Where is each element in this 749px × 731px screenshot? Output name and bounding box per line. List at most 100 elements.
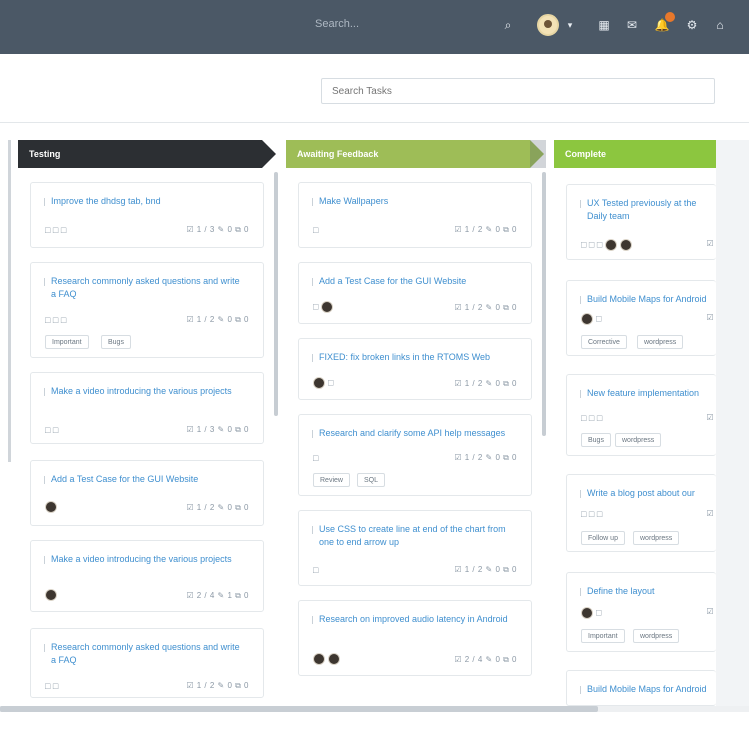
- task-card[interactable]: Add a Test Case for the GUI Website ☑ 1 …: [30, 460, 264, 526]
- tag-label[interactable]: Bugs: [101, 335, 131, 349]
- task-checklist: [313, 653, 343, 665]
- task-card[interactable]: FIXED: fix broken links in the RTOMS Web…: [298, 338, 532, 400]
- task-card[interactable]: New feature implementation □ □ □ ☑ Bugs …: [566, 374, 716, 456]
- tag-label[interactable]: Review: [313, 473, 350, 487]
- board-horizontal-scrollbar[interactable]: [0, 706, 598, 712]
- tag-label[interactable]: Follow up: [581, 531, 625, 545]
- board-overflow-area: [716, 140, 749, 706]
- task-card[interactable]: Add a Test Case for the GUI Website □ ☑ …: [298, 262, 532, 324]
- task-card[interactable]: Build Mobile Maps for Android: [566, 670, 716, 706]
- tag-label[interactable]: Important: [581, 629, 625, 643]
- assignee-avatar: [313, 377, 325, 389]
- task-meta: ☑: [706, 313, 714, 322]
- task-title[interactable]: UX Tested previously at the Daily team: [580, 197, 714, 223]
- task-card[interactable]: Build Mobile Maps for Android □ ☑ Correc…: [566, 280, 716, 356]
- task-meta: ☑ 1 / 2 ✎ 0 ⧉ 0: [454, 379, 517, 388]
- chat-icon[interactable]: ✉: [624, 17, 640, 33]
- task-title[interactable]: Make Wallpapers: [312, 195, 515, 208]
- task-checklist: □ □ □: [581, 413, 603, 423]
- assignee-avatar: [45, 589, 57, 601]
- task-card[interactable]: Define the layout □ ☑ Important wordpres…: [566, 572, 716, 652]
- gear-icon[interactable]: ⚙: [684, 17, 700, 33]
- tag-label[interactable]: wordpress: [615, 433, 662, 447]
- caret-down-icon[interactable]: ▾: [562, 17, 578, 33]
- task-card[interactable]: Make Wallpapers □ ☑ 1 / 2 ✎ 0 ⧉ 0: [298, 182, 532, 248]
- task-title[interactable]: Define the layout: [580, 585, 714, 598]
- task-card[interactable]: Make a video introducing the various pro…: [30, 372, 264, 444]
- task-title[interactable]: Improve the dhdsg tab, bnd: [44, 195, 247, 208]
- task-card[interactable]: Write a blog post about our □ □ □ ☑ Foll…: [566, 474, 716, 552]
- task-card[interactable]: Use CSS to create line at end of the cha…: [298, 510, 532, 586]
- tag-label[interactable]: Important: [45, 335, 89, 349]
- task-checklist: □: [313, 453, 319, 463]
- tag-label[interactable]: wordpress: [637, 335, 684, 349]
- tag-label[interactable]: Corrective: [581, 335, 627, 349]
- task-meta: ☑ 1 / 2 ✎ 0 ⧉ 0: [454, 565, 517, 574]
- task-title[interactable]: Research and clarify some API help messa…: [312, 427, 515, 440]
- task-title[interactable]: Research commonly asked questions and wr…: [44, 275, 247, 301]
- task-card[interactable]: Research commonly asked questions and wr…: [30, 262, 264, 358]
- tag-label[interactable]: wordpress: [633, 531, 680, 545]
- task-title[interactable]: Research on improved audio latency in An…: [312, 613, 515, 626]
- task-search-input[interactable]: [321, 78, 715, 104]
- task-meta: ☑ 2 / 4 ✎ 0 ⧉ 0: [454, 655, 517, 664]
- task-card[interactable]: Research commonly asked questions and wr…: [30, 628, 264, 698]
- assignee-avatar: [320, 301, 333, 313]
- task-title[interactable]: Research commonly asked questions and wr…: [44, 641, 247, 667]
- task-card[interactable]: Research and clarify some API help messa…: [298, 414, 532, 496]
- task-meta: ☑ 1 / 3 ✎ 0 ⧉ 0: [186, 425, 249, 434]
- task-checklist: □ □ □: [45, 315, 67, 325]
- task-title[interactable]: Write a blog post about our: [580, 487, 714, 500]
- task-checklist: □: [581, 313, 601, 325]
- task-card[interactable]: Research on improved audio latency in An…: [298, 600, 532, 676]
- search-icon[interactable]: ⌕: [500, 17, 516, 33]
- task-card[interactable]: Make a video introducing the various pro…: [30, 540, 264, 612]
- task-checklist: □ □: [45, 425, 59, 435]
- grid-icon[interactable]: ▦: [596, 17, 612, 33]
- assignee-avatar: [581, 313, 593, 325]
- task-title[interactable]: Build Mobile Maps for Android: [580, 293, 714, 306]
- column-title: Awaiting Feedback: [297, 149, 379, 159]
- task-title[interactable]: Add a Test Case for the GUI Website: [44, 473, 247, 486]
- previous-column-edge: [8, 140, 11, 462]
- tag-label[interactable]: SQL: [357, 473, 386, 487]
- task-meta: ☑ 1 / 2 ✎ 0 ⧉ 0: [454, 453, 517, 462]
- task-checklist: □ □ □: [45, 225, 67, 235]
- avatar[interactable]: [537, 14, 559, 36]
- task-title[interactable]: Make a video introducing the various pro…: [44, 553, 247, 566]
- assignee-avatar: [604, 239, 617, 251]
- assignee-avatar: [313, 653, 325, 665]
- global-search-input[interactable]: Search...: [315, 18, 359, 30]
- task-title[interactable]: Use CSS to create line at end of the cha…: [312, 523, 515, 549]
- assignee-avatar: [328, 653, 340, 665]
- column-header: Awaiting Feedback: [286, 140, 548, 168]
- column-header: Testing: [18, 140, 278, 168]
- task-title[interactable]: Add a Test Case for the GUI Website: [312, 275, 515, 288]
- column-title: Testing: [29, 149, 61, 159]
- task-meta: ☑ 1 / 2 ✎ 0 ⧉ 0: [186, 315, 249, 324]
- task-meta: ☑ 2 / 4 ✎ 1 ⧉ 0: [186, 591, 249, 600]
- assignee-avatar: [581, 607, 593, 619]
- task-meta: ☑: [706, 607, 714, 616]
- task-card[interactable]: UX Tested previously at the Daily team □…: [566, 184, 716, 260]
- tag-label[interactable]: wordpress: [633, 629, 680, 643]
- assignee-avatar: [619, 239, 632, 251]
- home-icon[interactable]: ⌂: [712, 17, 728, 33]
- column-scrollbar[interactable]: [274, 172, 278, 416]
- task-card[interactable]: Improve the dhdsg tab, bnd □ □ □ ☑ 1 / 3…: [30, 182, 264, 248]
- task-title[interactable]: Make a video introducing the various pro…: [44, 385, 247, 398]
- task-title[interactable]: New feature implementation: [580, 387, 714, 400]
- task-meta: ☑: [706, 239, 714, 248]
- top-navbar: Search... ⌕ ▾ ▦ ✉ 🔔 ⚙ ⌂: [0, 0, 749, 54]
- divider: [0, 122, 749, 123]
- task-checklist: □: [581, 607, 601, 619]
- tag-label[interactable]: Bugs: [581, 433, 611, 447]
- column-scrollbar[interactable]: [542, 172, 546, 436]
- task-checklist: □: [313, 225, 319, 235]
- task-title[interactable]: Build Mobile Maps for Android: [580, 683, 714, 696]
- task-title[interactable]: FIXED: fix broken links in the RTOMS Web: [312, 351, 515, 364]
- notification-badge: [665, 12, 675, 22]
- task-meta: ☑: [706, 509, 714, 518]
- task-meta: ☑: [706, 413, 714, 422]
- task-checklist: □: [313, 377, 333, 389]
